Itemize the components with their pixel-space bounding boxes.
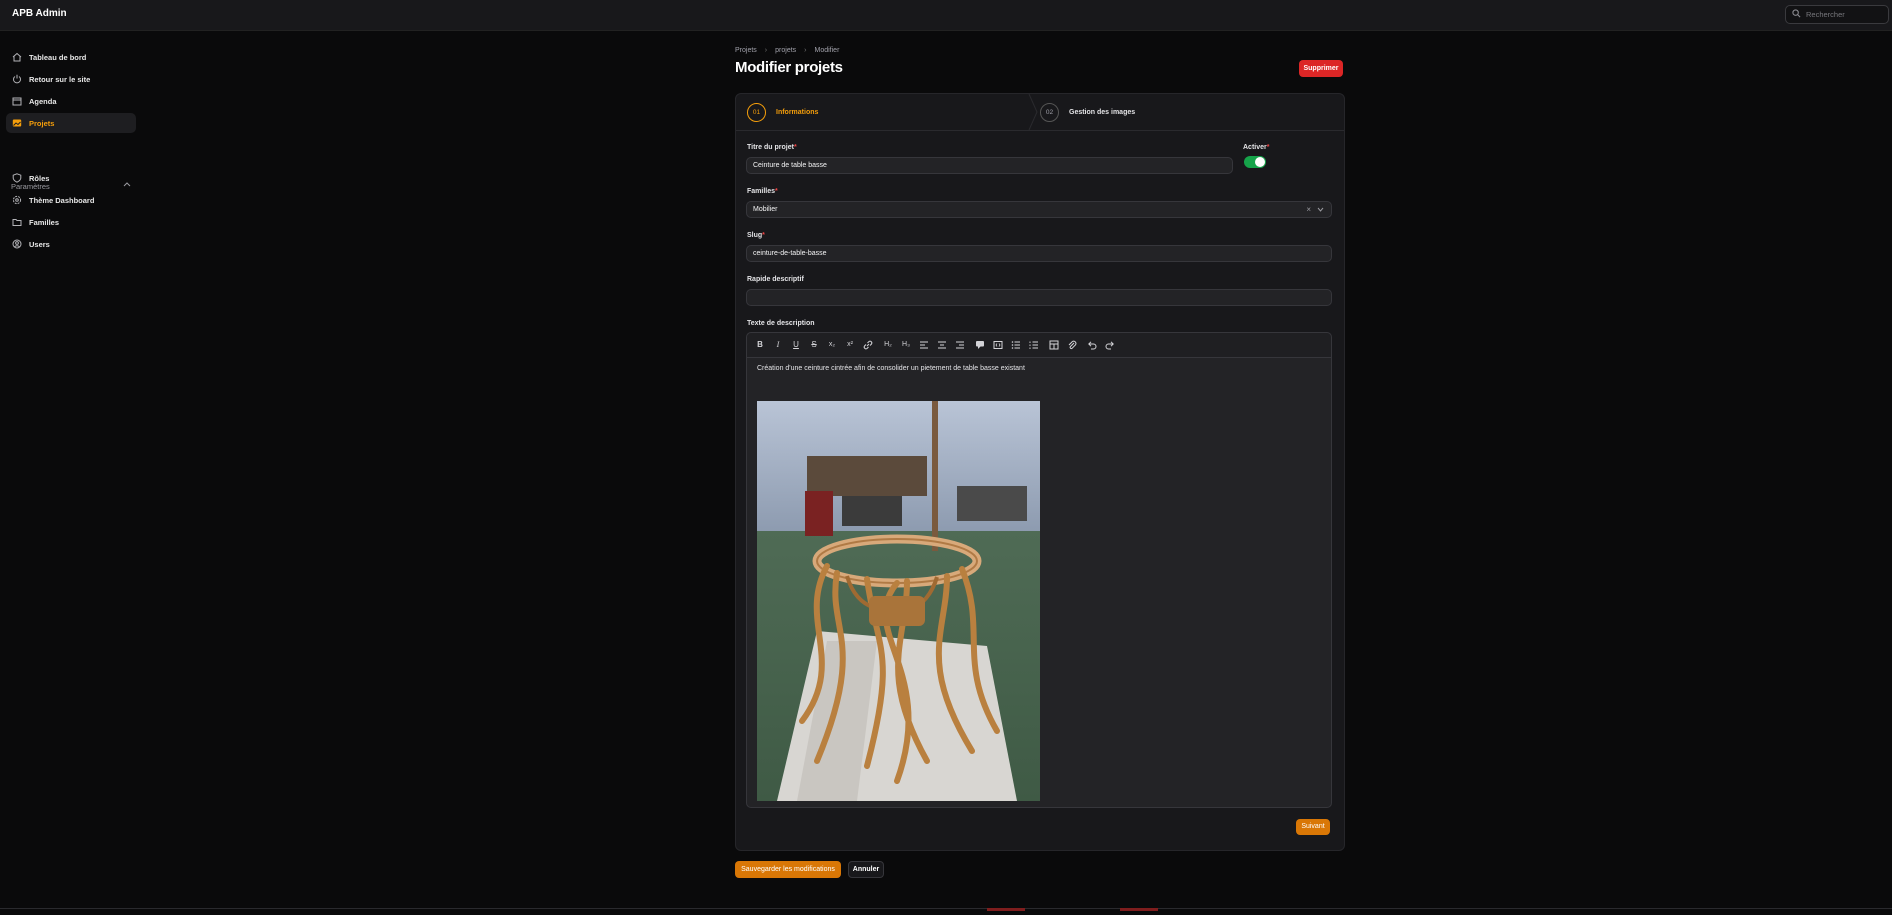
- calendar-icon: [12, 97, 22, 106]
- cancel-button[interactable]: Annuler: [848, 861, 884, 878]
- user-circle-icon: [12, 239, 22, 249]
- family-label-text: Familles: [747, 188, 776, 195]
- description-text: Création d'une ceinture cintrée afin de …: [757, 365, 1025, 372]
- description-label: Texte de description: [747, 320, 815, 327]
- align-center-icon[interactable]: [935, 338, 949, 352]
- sidebar-item-families[interactable]: Familles: [6, 212, 136, 232]
- family-selected-value: Mobilier: [753, 206, 778, 213]
- align-right-icon[interactable]: [953, 338, 967, 352]
- chevron-right-icon: ›: [804, 47, 807, 54]
- h2-icon[interactable]: H₂: [881, 338, 895, 352]
- step-number: 01: [747, 103, 766, 122]
- bottom-indicator: [987, 908, 1025, 911]
- sidebar-item-users[interactable]: Users: [6, 234, 136, 254]
- short-description-label: Rapide descriptif: [747, 276, 804, 283]
- family-label: Familles*: [747, 188, 778, 195]
- sidebar-item-dashboard[interactable]: Tableau de bord: [6, 47, 136, 67]
- align-left-icon[interactable]: [917, 338, 931, 352]
- step-number: 02: [1040, 103, 1059, 122]
- sidebar-item-theme[interactable]: Thème Dashboard: [6, 190, 136, 210]
- home-icon: [12, 52, 22, 62]
- title-input[interactable]: Ceinture de table basse: [746, 157, 1233, 174]
- slug-label: Slug*: [747, 232, 765, 239]
- folder-icon: [12, 219, 22, 226]
- step-divider: [1028, 94, 1038, 130]
- required-marker: *: [775, 188, 778, 195]
- app-title[interactable]: APB Admin: [12, 8, 67, 19]
- clear-icon[interactable]: ×: [1306, 205, 1311, 214]
- sidebar-item-label: Tableau de bord: [29, 53, 87, 62]
- superscript-icon[interactable]: x²: [843, 338, 857, 352]
- attach-icon[interactable]: [1065, 338, 1079, 352]
- sidebar-item-label: Thème Dashboard: [29, 196, 95, 205]
- sidebar-item-label: Retour sur le site: [29, 75, 91, 84]
- code-block-icon[interactable]: [991, 338, 1005, 352]
- undo-icon[interactable]: [1085, 338, 1099, 352]
- rich-text-editor[interactable]: B I U S x₂ x² H₂ H₃ Création d'une ceint…: [746, 332, 1332, 808]
- strike-icon[interactable]: S: [807, 338, 821, 352]
- active-toggle[interactable]: [1244, 156, 1266, 168]
- breadcrumb: Projets › projets › Modifier: [735, 47, 839, 54]
- delete-button[interactable]: Supprimer: [1299, 60, 1343, 77]
- ordered-list-icon[interactable]: [1027, 338, 1041, 352]
- chevron-down-icon[interactable]: [1317, 207, 1324, 212]
- bold-icon[interactable]: B: [753, 338, 767, 352]
- power-icon: [13, 74, 21, 84]
- gear-icon: [12, 195, 22, 205]
- breadcrumb-link[interactable]: Projets: [735, 47, 757, 54]
- active-label-text: Activer: [1243, 144, 1267, 151]
- sidebar-item-label: Projets: [29, 119, 55, 128]
- quote-icon[interactable]: [973, 338, 987, 352]
- redo-icon[interactable]: [1103, 338, 1117, 352]
- sidebar-item-label: Agenda: [29, 97, 57, 106]
- wizard-steps: 01 Informations 02 Gestion des images: [736, 94, 1344, 131]
- subscript-icon[interactable]: x₂: [825, 338, 839, 352]
- breadcrumb-current: Modifier: [814, 47, 840, 54]
- h3-icon[interactable]: H₃: [899, 338, 913, 352]
- breadcrumb-link[interactable]: projets: [775, 47, 796, 54]
- family-select[interactable]: Mobilier ×: [746, 201, 1332, 218]
- bottom-indicator: [1120, 908, 1158, 911]
- table-icon[interactable]: [1047, 338, 1061, 352]
- search-icon: [1792, 9, 1801, 18]
- title-label-text: Titre du projet: [747, 144, 794, 151]
- title-label: Titre du projet*: [747, 144, 797, 151]
- top-bar: APB Admin Rechercher: [0, 0, 1892, 31]
- tab-informations[interactable]: Informations: [776, 109, 818, 116]
- slug-input[interactable]: ceinture-de-table-basse: [746, 245, 1332, 262]
- short-description-input[interactable]: [746, 289, 1332, 306]
- active-label: Activer*: [1243, 144, 1269, 151]
- sidebar-item-projects[interactable]: Projets: [6, 113, 136, 133]
- tab-gestion-images[interactable]: Gestion des images: [1069, 109, 1135, 116]
- sidebar-item-agenda[interactable]: Agenda: [6, 91, 136, 111]
- image-icon: [12, 119, 22, 127]
- search-input[interactable]: Rechercher: [1785, 5, 1889, 24]
- link-icon[interactable]: [861, 338, 875, 352]
- toggle-knob: [1255, 157, 1265, 167]
- project-photo-illustration: [757, 401, 1040, 801]
- next-button[interactable]: Suivant: [1296, 819, 1330, 835]
- required-marker: *: [793, 144, 797, 151]
- slug-label-text: Slug: [747, 232, 763, 239]
- required-marker: *: [1266, 144, 1270, 151]
- sidebar-item-roles[interactable]: Rôles: [6, 168, 136, 188]
- italic-icon[interactable]: I: [771, 338, 785, 352]
- search-placeholder: Rechercher: [1806, 10, 1845, 19]
- sidebar-item-label: Rôles: [29, 174, 50, 183]
- sidebar-item-label: Familles: [29, 218, 60, 227]
- save-button[interactable]: Sauvegarder les modifications: [735, 861, 841, 878]
- shield-icon: [12, 173, 22, 183]
- chevron-right-icon: ›: [764, 47, 768, 54]
- underline-icon[interactable]: U: [789, 338, 803, 352]
- editor-toolbar: B I U S x₂ x² H₂ H₃: [747, 333, 1331, 358]
- project-photo: [757, 401, 1040, 801]
- bullet-list-icon[interactable]: [1009, 338, 1023, 352]
- bottom-divider: [0, 908, 1892, 909]
- sidebar-item-label: Users: [29, 240, 50, 249]
- page-title: Modifier projets: [735, 59, 843, 76]
- required-marker: *: [762, 232, 765, 239]
- sidebar-item-back-to-site[interactable]: Retour sur le site: [6, 69, 136, 89]
